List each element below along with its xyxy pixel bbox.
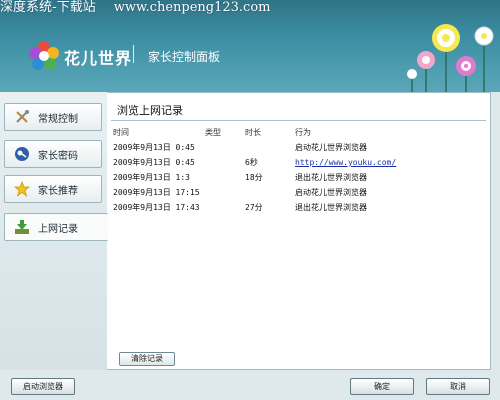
column-header-time[interactable]: 时间 [113, 125, 129, 140]
history-panel: 浏览上网记录 时间 类型 时长 行为 2009年9月13日 0:45 启动花儿世… [107, 92, 491, 370]
cell-time: 2009年9月13日 0:45 [113, 143, 195, 152]
sidebar-item-label: 常规控制 [38, 113, 78, 125]
app-title: 花儿世界 [64, 49, 133, 68]
app-subtitle: 家长控制面板 [148, 50, 221, 64]
sidebar-item-label: 上网记录 [38, 223, 78, 235]
watermark: 深度系统-下载站 www.chenpeng123.com [0, 0, 270, 16]
tools-icon [14, 109, 30, 125]
cell-action-link[interactable]: http://www.youku.com/ [295, 155, 396, 170]
panel-divider [111, 120, 486, 121]
sidebar-item-parent-recommend[interactable]: 家长推荐 [4, 175, 102, 203]
cell-time: 2009年9月13日 1:3 [113, 173, 190, 182]
cell-action: 退出花儿世界浏览器 [295, 203, 367, 212]
cell-duration: 6秒 [245, 158, 258, 167]
table-row[interactable]: 2009年9月13日 17:43 27分 退出花儿世界浏览器 [113, 200, 483, 215]
sidebar-item-label: 家长密码 [38, 150, 78, 162]
title-divider [133, 45, 134, 63]
sidebar-item-parent-password[interactable]: 家长密码 [4, 140, 102, 168]
cell-duration: 18分 [245, 173, 263, 182]
table-row[interactable]: 2009年9月13日 1:3 18分 退出花儿世界浏览器 [113, 170, 483, 185]
download-icon [14, 219, 30, 235]
cell-time: 2009年9月13日 17:15 [113, 188, 200, 197]
panel-title: 浏览上网记录 [117, 104, 183, 117]
star-icon [14, 181, 30, 197]
column-header-action[interactable]: 行为 [295, 125, 311, 140]
ok-button[interactable]: 确定 [350, 378, 414, 395]
launch-browser-button[interactable]: 启动浏览器 [11, 378, 75, 395]
sidebar-item-browsing-history[interactable]: 上网记录 [4, 213, 108, 241]
cancel-button[interactable]: 取消 [426, 378, 490, 395]
cell-time: 2009年9月13日 17:43 [113, 203, 200, 212]
cell-duration: 27分 [245, 203, 263, 212]
sidebar-item-label: 家长推荐 [38, 185, 78, 197]
cell-time: 2009年9月13日 0:45 [113, 158, 195, 167]
table-header: 时间 类型 时长 行为 [113, 125, 483, 140]
table-row[interactable]: 2009年9月13日 17:15 启动花儿世界浏览器 [113, 185, 483, 200]
cell-action: 退出花儿世界浏览器 [295, 173, 367, 182]
sidebar-item-general-control[interactable]: 常规控制 [4, 103, 102, 131]
table-row[interactable]: 2009年9月13日 0:45 6秒 http://www.youku.com/ [113, 155, 483, 170]
history-table: 时间 类型 时长 行为 2009年9月13日 0:45 启动花儿世界浏览器 20… [113, 125, 483, 215]
footer-bar: 启动浏览器 确定 取消 [0, 370, 500, 400]
column-header-type[interactable]: 类型 [205, 125, 221, 140]
watermark-site: www.chenpeng123.com [113, 0, 271, 15]
cell-action: 启动花儿世界浏览器 [295, 143, 367, 152]
column-header-duration[interactable]: 时长 [245, 125, 261, 140]
table-row[interactable]: 2009年9月13日 0:45 启动花儿世界浏览器 [113, 140, 483, 155]
decorative-flowers-icon [407, 24, 494, 92]
clear-records-button[interactable]: 清除记录 [119, 352, 175, 366]
sidebar: 常规控制 家长密码 家长推荐 上网记录 [0, 92, 108, 370]
flower-logo-icon [29, 41, 59, 70]
key-icon [14, 146, 30, 162]
cell-action: 启动花儿世界浏览器 [295, 188, 367, 197]
watermark-left: 深度系统-下载站 [0, 0, 96, 15]
